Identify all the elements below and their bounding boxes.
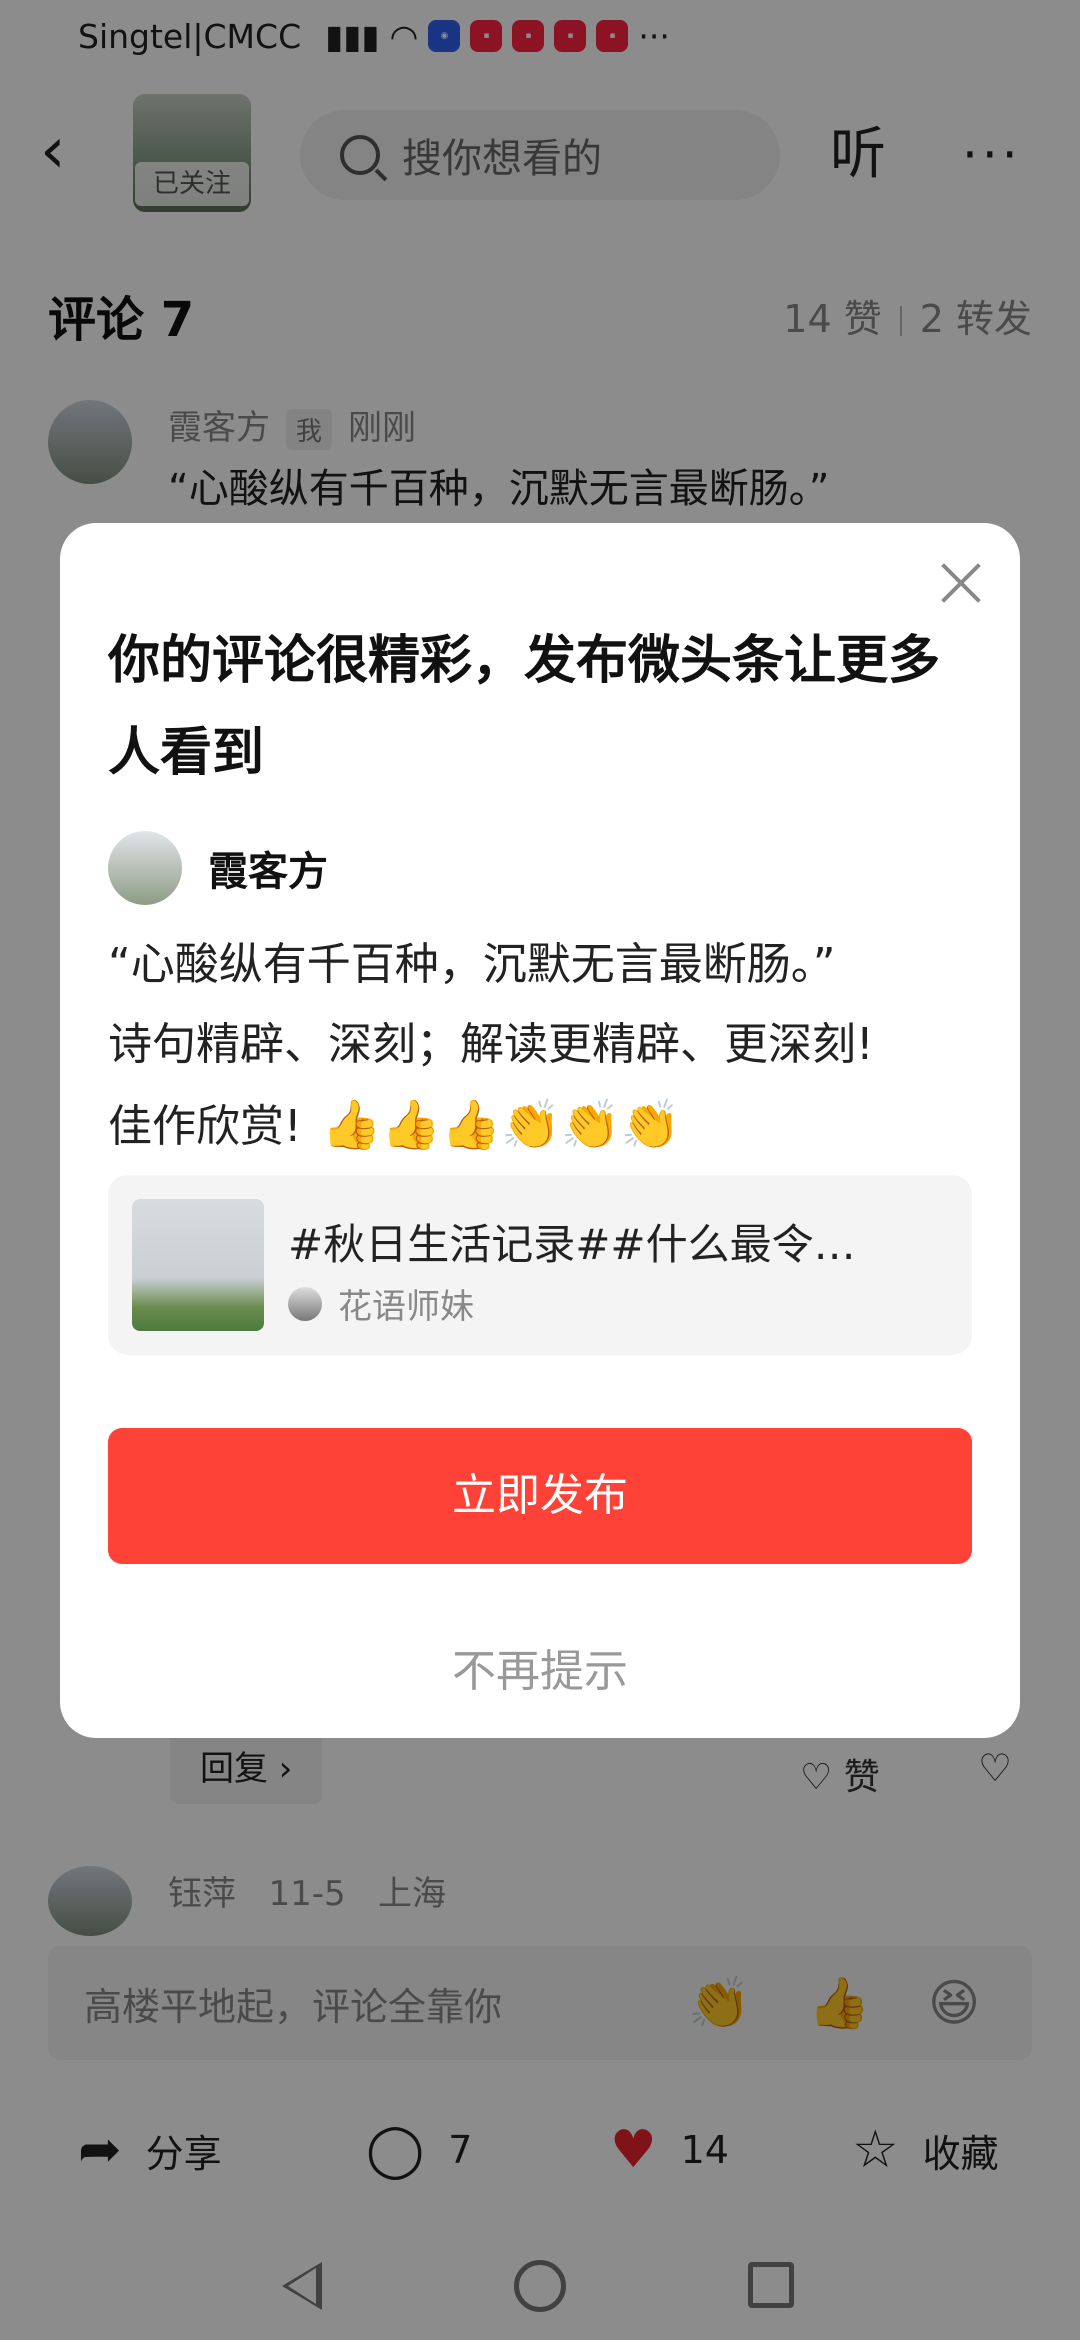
article-card[interactable]: #秋日生活记录##什么最令… 花语师妹 (108, 1175, 972, 1355)
comment-line: 诗句精辟、深刻；解读更精辟、更深刻! (108, 1019, 874, 1070)
dont-show-again-button[interactable]: 不再提示 (60, 1635, 1020, 1699)
publish-now-button[interactable]: 立即发布 (108, 1428, 972, 1564)
article-title: #秋日生活记录##什么最令… (288, 1220, 856, 1269)
emoji-sequence: 👍👍👍👏👏👏 (321, 1097, 681, 1153)
article-source-name: 花语师妹 (338, 1287, 474, 1327)
publish-prompt-dialog: 你的评论很精彩，发布微头条让更多人看到 霞客方 “心酸纵有千百种，沉默无言最断肠… (60, 523, 1020, 1738)
comment-line: 佳作欣赏! (108, 1101, 302, 1152)
article-source: 花语师妹 (288, 1279, 474, 1328)
comment-line-with-emojis: 佳作欣赏! 👍👍👍👏👏👏 (108, 1085, 988, 1167)
article-thumbnail (132, 1199, 264, 1331)
dialog-comment-body: “心酸纵有千百种，沉默无言最断肠。” 诗句精辟、深刻；解读更精辟、更深刻! 佳作… (108, 925, 988, 1167)
comment-line: “心酸纵有千百种，沉默无言最断肠。” (108, 939, 836, 990)
close-icon[interactable] (938, 559, 984, 605)
dialog-author: 霞客方 (108, 831, 328, 905)
avatar (108, 831, 182, 905)
dialog-author-name: 霞客方 (208, 849, 328, 895)
dialog-title: 你的评论很精彩，发布微头条让更多人看到 (108, 631, 941, 783)
avatar (288, 1286, 322, 1321)
